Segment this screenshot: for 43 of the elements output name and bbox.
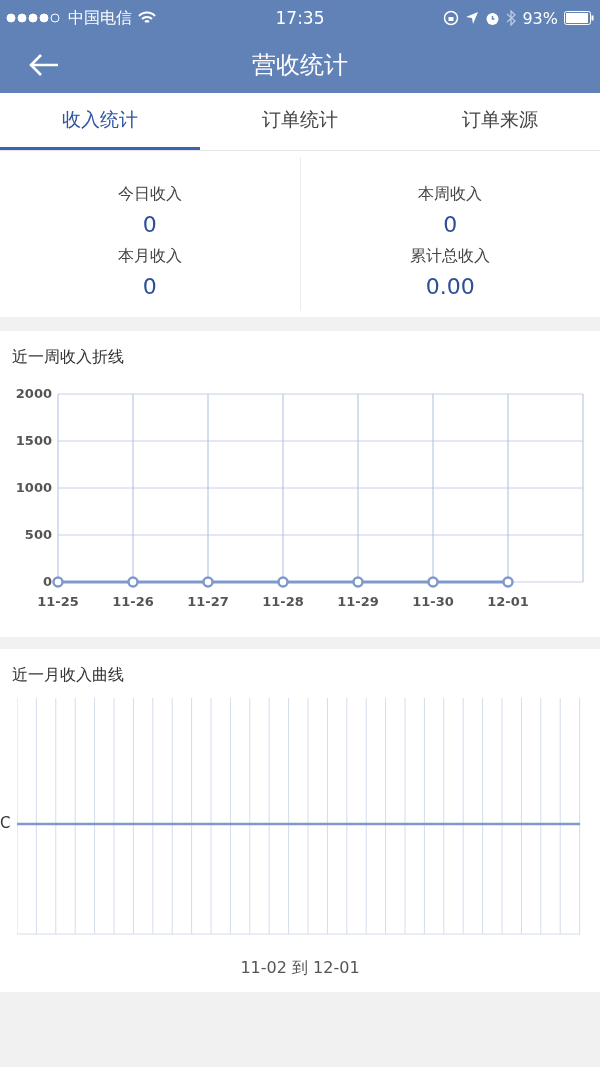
x-tick-label: 11-30 — [412, 594, 454, 609]
data-point — [352, 576, 364, 588]
y-tick-label: 0 — [42, 574, 52, 589]
x-tick-label: 11-28 — [262, 594, 304, 609]
chart-title: 近一周收入折线 — [11, 346, 125, 368]
location-arrow-icon — [465, 11, 480, 25]
data-point — [202, 576, 214, 588]
status-time: 17:35 — [275, 8, 325, 28]
stat-label: 今日收入 — [117, 183, 182, 205]
stat-value: 0.00 — [425, 273, 475, 301]
alarm-clock-icon — [485, 10, 501, 26]
chart-title: 近一月收入曲线 — [11, 664, 125, 686]
y-tick-label: 2000 — [15, 386, 52, 401]
data-point — [52, 576, 64, 588]
y-tick-label: 1000 — [15, 480, 52, 495]
data-point — [127, 576, 139, 588]
x-tick-label: 11-26 — [112, 594, 154, 609]
stat-label: 累计总收入 — [410, 245, 491, 267]
x-tick-label: 11-29 — [337, 594, 379, 609]
battery-percent: 93% — [522, 8, 558, 28]
rotation-lock-icon — [443, 10, 460, 26]
x-tick-label: 11-25 — [37, 594, 79, 609]
date-range-caption: 11-02 到 12-01 — [240, 958, 360, 979]
stat-label: 本月收入 — [117, 245, 182, 267]
back-arrow-icon — [28, 52, 60, 77]
data-point — [502, 576, 514, 588]
signal-icon — [6, 13, 62, 23]
data-point — [427, 576, 439, 588]
battery-icon — [564, 11, 594, 25]
y-tick-label: 500 — [24, 527, 52, 542]
carrier-name: 中国电信 — [68, 7, 132, 29]
page-title: 营收统计 — [252, 49, 348, 81]
x-tick-label: 11-27 — [187, 594, 229, 609]
data-point — [277, 576, 289, 588]
y-axis-label: C — [0, 814, 12, 832]
stat-label: 本周收入 — [418, 183, 483, 205]
wifi-icon — [138, 11, 156, 25]
x-tick-label: 12-01 — [487, 594, 529, 609]
stat-value: 0 — [142, 273, 157, 301]
stat-value: 0 — [142, 211, 157, 239]
stat-value: 0 — [443, 211, 458, 239]
y-tick-label: 1500 — [15, 433, 52, 448]
bluetooth-icon — [506, 10, 517, 26]
